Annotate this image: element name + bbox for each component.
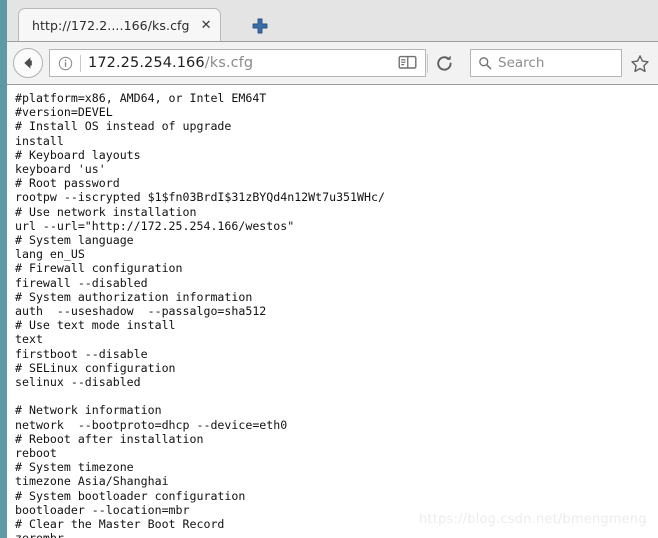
tab-bar: http://172.2....166/ks.cfg ✕ [0, 0, 658, 41]
url-separator [80, 54, 81, 72]
browser-tab-ks-cfg[interactable]: http://172.2....166/ks.cfg ✕ [18, 8, 222, 41]
back-arrow-icon [24, 57, 32, 69]
star-icon [631, 55, 649, 73]
book-icon [398, 55, 417, 69]
navigation-toolbar: 172.25.254.166/ks.cfg [0, 41, 658, 85]
page-content: #platform=x86, AMD64, or Intel EM64T #ve… [7, 86, 658, 538]
browser-window: http://172.2....166/ks.cfg ✕ 172.25.254.… [0, 0, 658, 538]
reader-view-icon[interactable] [398, 54, 417, 72]
bookmark-star-button[interactable] [630, 54, 650, 74]
new-tab-button[interactable] [250, 16, 270, 36]
search-bar[interactable] [470, 49, 622, 77]
reload-icon [437, 55, 452, 71]
reload-button[interactable] [434, 53, 455, 74]
url-bar[interactable]: 172.25.254.166/ks.cfg [49, 49, 426, 77]
url-domain: 172.25.254.166 [88, 55, 205, 71]
info-icon[interactable] [58, 56, 73, 71]
back-button[interactable] [13, 48, 43, 78]
search-input[interactable] [498, 55, 613, 71]
tab-title: http://172.2....166/ks.cfg [32, 17, 190, 33]
plus-icon [252, 18, 268, 34]
search-icon [479, 57, 492, 70]
kickstart-file-text: #platform=x86, AMD64, or Intel EM64T #ve… [15, 91, 385, 538]
url-path: /ks.cfg [204, 55, 254, 71]
tab-close-icon[interactable]: ✕ [201, 19, 212, 32]
tab-bar-inner: http://172.2....166/ks.cfg ✕ [7, 0, 658, 41]
desktop-edge-strip [0, 0, 7, 538]
toolbar-divider [427, 54, 428, 73]
url-text: 172.25.254.166/ks.cfg [88, 55, 253, 71]
